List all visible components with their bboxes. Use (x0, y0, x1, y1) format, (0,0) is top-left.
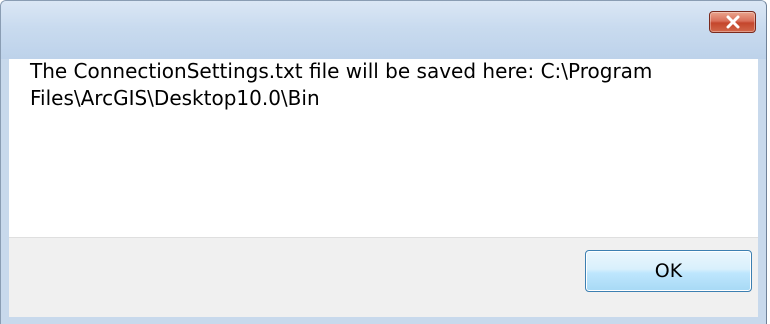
close-button[interactable] (709, 11, 756, 33)
ok-button[interactable]: OK (585, 250, 752, 292)
dialog-message: The ConnectionSettings.txt file will be … (30, 59, 653, 110)
dialog-frame: OK (0, 0, 767, 324)
title-bar[interactable] (1, 1, 766, 59)
message-dialog: OK The ConnectionSettings.txt file will … (0, 0, 770, 324)
dialog-footer: OK (9, 237, 758, 318)
dialog-bottom-edge (9, 317, 758, 324)
close-icon (725, 15, 741, 29)
